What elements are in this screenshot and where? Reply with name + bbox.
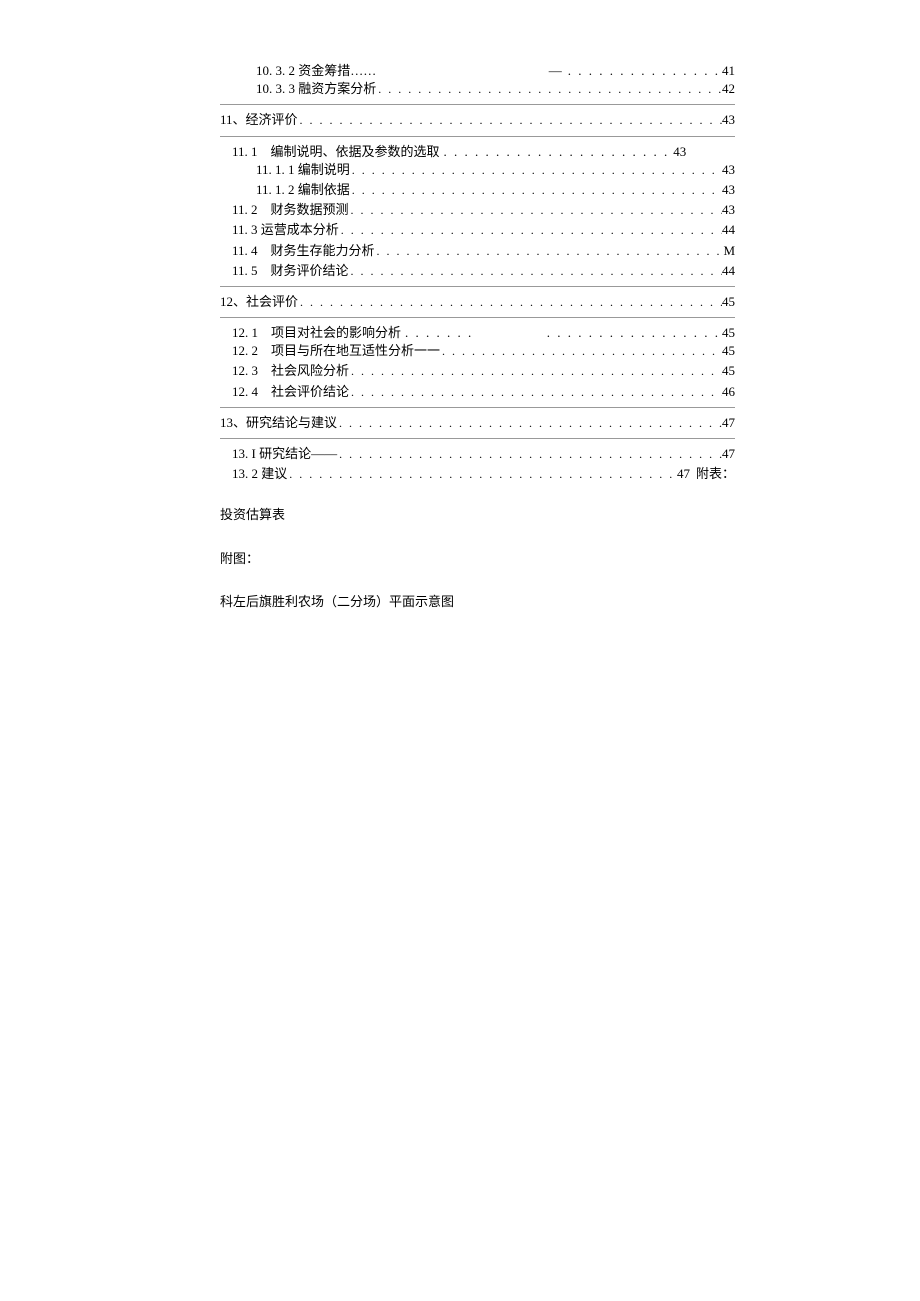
toc-label: 13. 2 建议	[232, 465, 287, 483]
toc-label: 11. 3 运营成本分析	[232, 221, 339, 239]
toc-dots	[349, 201, 722, 219]
appendix-line-3: 科左后旗胜利农场（二分场）平面示意图	[220, 590, 735, 613]
toc-page: 44	[722, 262, 735, 280]
divider	[220, 104, 735, 105]
toc-entry-11-2: 11. 2 财务数据预测 43	[232, 201, 735, 219]
toc-entry-12-3: 12. 3 社会风险分析 45	[232, 362, 735, 380]
toc-container: 10. 3. 2 资金筹措…… — . . . . . . . . . . . …	[0, 62, 920, 614]
toc-page: 45	[722, 324, 735, 342]
toc-label: 12. 4 社会评价结论	[232, 383, 349, 401]
divider	[220, 407, 735, 408]
toc-label: 11. 5 财务评价结论	[232, 262, 349, 280]
toc-entry-12: 12、社会评价 45	[220, 293, 735, 311]
toc-dots: . . . . . . .	[401, 324, 477, 342]
toc-entry-12-4: 12. 4 社会评价结论 46	[232, 383, 735, 401]
toc-dots	[298, 111, 722, 129]
toc-dots	[349, 383, 722, 401]
toc-entry-12-2: 12. 2 项目与所在地互适性分析一一 45	[232, 342, 735, 360]
toc-page: 43	[722, 111, 735, 129]
toc-page: 47	[722, 414, 735, 432]
toc-entry-11-1-1: 11. 1. 1 编制说明 43	[256, 161, 735, 179]
toc-page: 43	[722, 181, 735, 199]
toc-entry-13-2: 13. 2 建议 47 附表：	[232, 465, 735, 483]
toc-dots: . . . . . . . . . . . . . . . . .	[545, 324, 722, 342]
toc-dots	[349, 362, 722, 380]
toc-page: 42	[722, 80, 735, 98]
toc-page: 43	[722, 201, 735, 219]
toc-page: 45	[722, 342, 735, 360]
toc-dots	[339, 221, 722, 239]
toc-label: 10. 3. 3 融资方案分析	[256, 80, 376, 98]
toc-page: 43	[722, 161, 735, 179]
toc-entry-13-1: 13. I 研究结论—— 47	[232, 445, 735, 463]
toc-entry-11-4: 11. 4 财务生存能力分析 M	[232, 242, 735, 260]
toc-dots	[350, 181, 722, 199]
divider	[220, 286, 735, 287]
toc-page: 46	[722, 383, 735, 401]
toc-entry-11-5: 11. 5 财务评价结论 44	[232, 262, 735, 280]
toc-page: M	[723, 242, 735, 260]
toc-entry-13: 13、研究结论与建议 47	[220, 414, 735, 432]
toc-page: 47	[722, 445, 735, 463]
toc-label: 12. 1 项目对社会的影响分析	[232, 324, 401, 342]
toc-label: 11. 1 编制说明、依据及参数的选取	[232, 143, 440, 161]
toc-entry-10-3-3: 10. 3. 3 融资方案分析 42	[256, 80, 735, 98]
toc-dots: . . . . . . . . . . . . . . .	[566, 62, 722, 80]
toc-dots	[375, 242, 724, 260]
toc-dots	[440, 342, 722, 360]
toc-label: 12. 2 项目与所在地互适性分析一一	[232, 342, 440, 360]
toc-dots	[350, 161, 722, 179]
toc-trailing: 附表：	[696, 465, 735, 483]
toc-entry-12-1: 12. 1 项目对社会的影响分析 . . . . . . . . . . . .…	[232, 324, 735, 342]
toc-label: 12、社会评价	[220, 293, 298, 311]
toc-label: 13、研究结论与建议	[220, 414, 337, 432]
toc-page: 43	[673, 143, 686, 161]
toc-label: 12. 3 社会风险分析	[232, 362, 349, 380]
toc-label: 10. 3. 2 资金筹措……	[256, 62, 376, 80]
toc-page: 41	[722, 62, 735, 80]
toc-label: 11. 1. 1 编制说明	[256, 161, 350, 179]
appendix-line-2: 附图：	[220, 547, 735, 570]
toc-dots	[337, 445, 722, 463]
toc-entry-11-3: 11. 3 运营成本分析 44	[232, 221, 735, 239]
toc-dots: . . . . . . . . . . . . . . . . . . . . …	[440, 143, 674, 161]
divider	[220, 438, 735, 439]
divider	[220, 136, 735, 137]
toc-dots	[376, 80, 722, 98]
toc-entry-10-3-2: 10. 3. 2 资金筹措…… — . . . . . . . . . . . …	[256, 62, 735, 80]
toc-dots	[337, 414, 722, 432]
divider	[220, 317, 735, 318]
toc-label: 13. I 研究结论——	[232, 445, 337, 463]
toc-entry-11-1: 11. 1 编制说明、依据及参数的选取 . . . . . . . . . . …	[232, 143, 735, 161]
toc-label: 11. 2 财务数据预测	[232, 201, 349, 219]
toc-label: 11. 1. 2 编制依据	[256, 181, 350, 199]
toc-entry-11: 11、经济评价 43	[220, 111, 735, 129]
toc-page: 45	[722, 362, 735, 380]
toc-dots	[349, 262, 722, 280]
appendix-line-1: 投资估算表	[220, 503, 735, 526]
toc-page: 47	[677, 465, 690, 483]
toc-dots	[287, 465, 677, 483]
toc-dash: —	[549, 62, 562, 80]
toc-entry-11-1-2: 11. 1. 2 编制依据 43	[256, 181, 735, 199]
toc-dots	[298, 293, 722, 311]
toc-label: 11、经济评价	[220, 111, 298, 129]
toc-page: 44	[722, 221, 735, 239]
toc-page: 45	[722, 293, 735, 311]
toc-label: 11. 4 财务生存能力分析	[232, 242, 375, 260]
